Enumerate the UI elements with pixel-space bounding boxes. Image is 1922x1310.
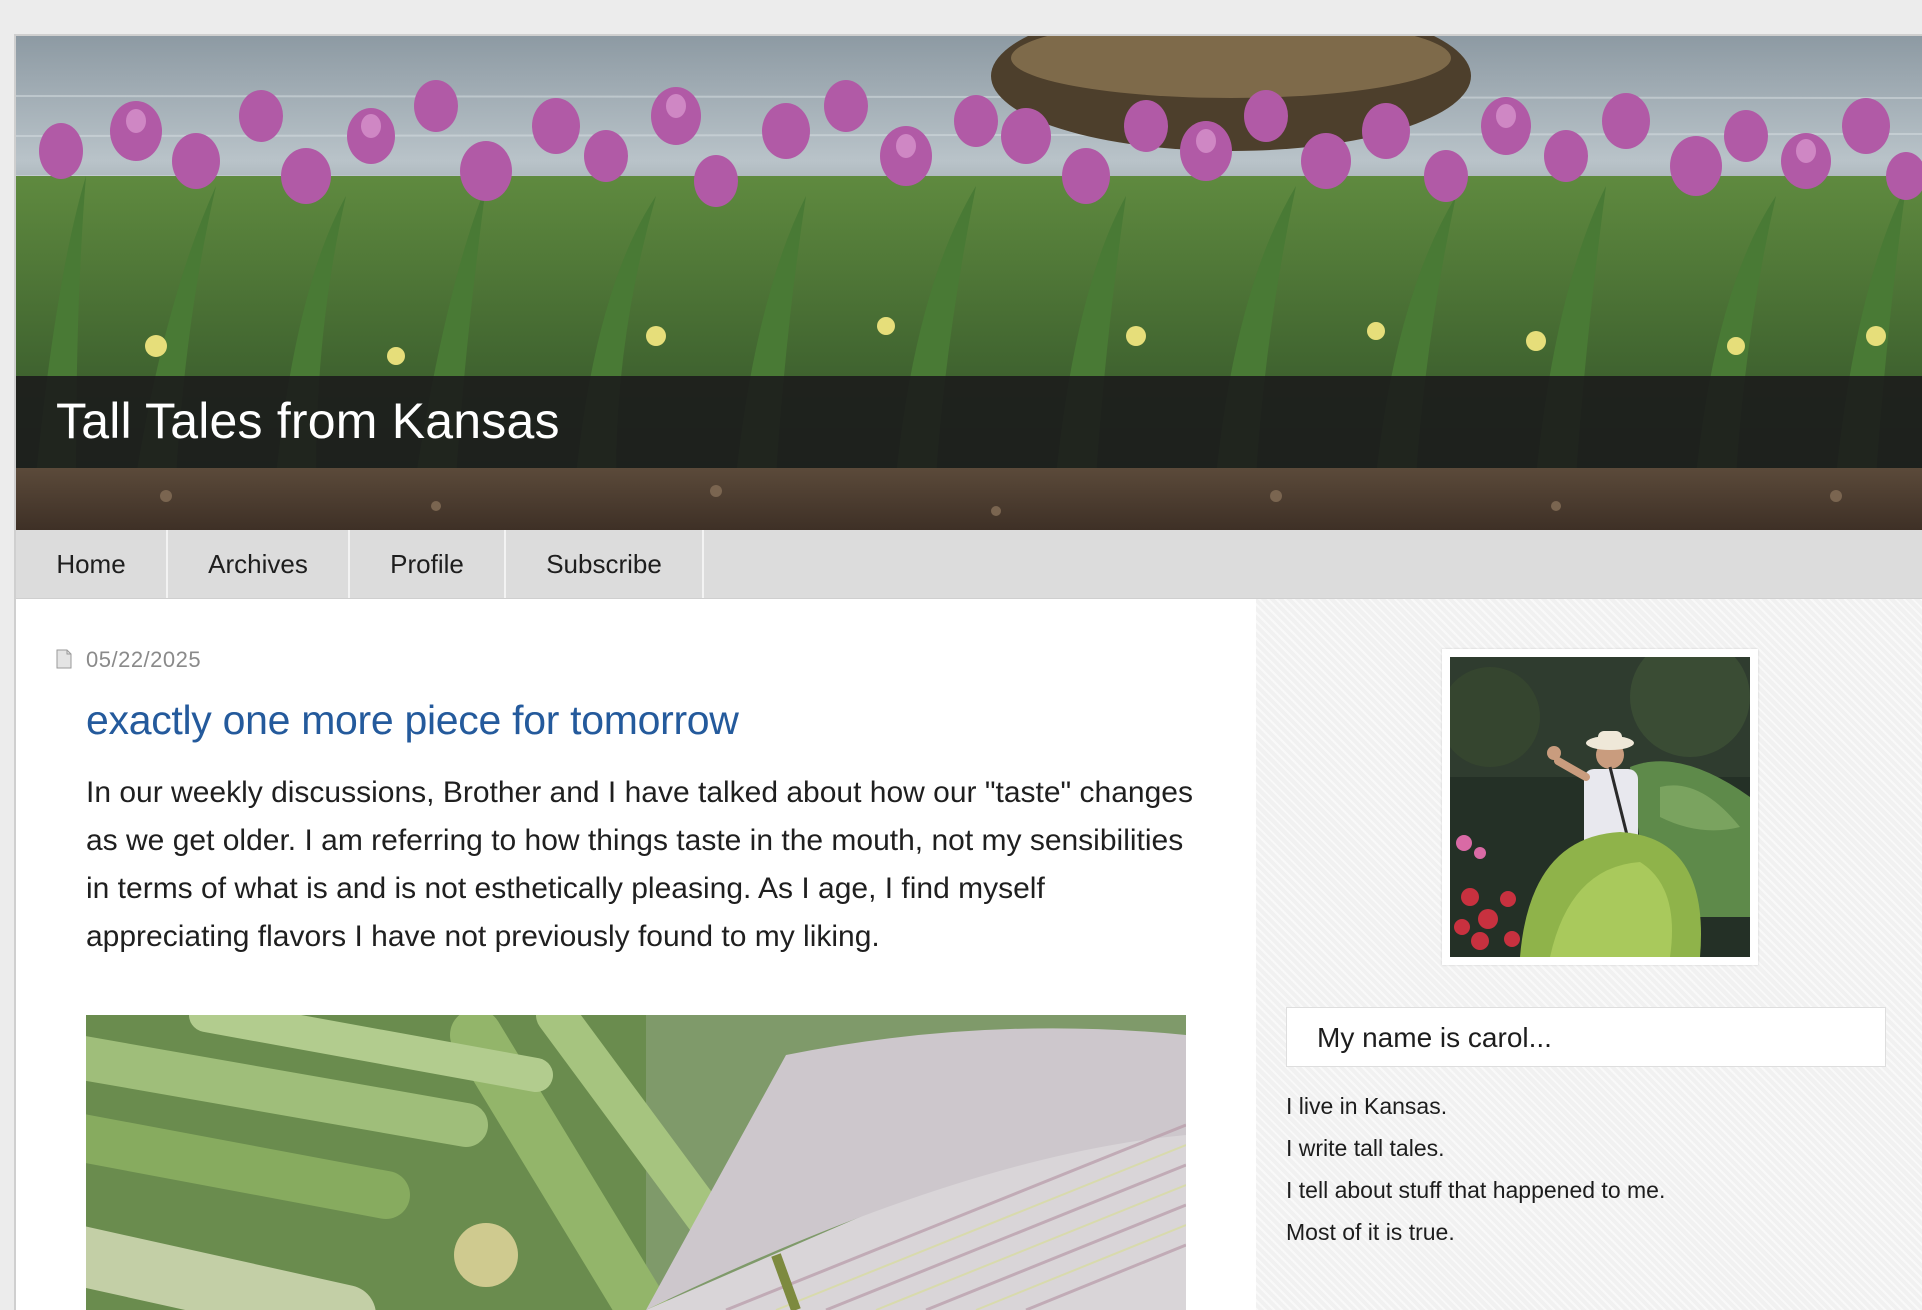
profile-photo-image <box>1450 657 1750 957</box>
about-heading: My name is carol... <box>1317 1022 1552 1053</box>
profile-photo[interactable] <box>1450 657 1750 957</box>
header-banner[interactable]: Tall Tales from Kansas <box>16 36 1922 530</box>
about-text: I live in Kansas. I write tall tales. I … <box>1286 1085 1886 1253</box>
about-line: Most of it is true. <box>1286 1219 1455 1245</box>
about-line: I tell about stuff that happened to me. <box>1286 1177 1666 1203</box>
title-bar: Tall Tales from Kansas <box>16 376 1922 468</box>
post-image[interactable] <box>86 1015 1186 1310</box>
main-navigation: Home Archives Profile Subscribe <box>16 530 1922 599</box>
blog-page: Tall Tales from Kansas Home Archives Pro… <box>14 34 1922 1310</box>
blog-title[interactable]: Tall Tales from Kansas <box>56 396 560 446</box>
nav-profile[interactable]: Profile <box>350 530 506 598</box>
asparagus-photo <box>86 1015 1186 1310</box>
post-date[interactable]: 05/22/2025 <box>86 647 201 673</box>
sidebar: My name is carol... I live in Kansas. I … <box>1256 599 1922 1310</box>
about-heading-box: My name is carol... <box>1286 1007 1886 1067</box>
nav-subscribe[interactable]: Subscribe <box>506 530 704 598</box>
main-content: 05/22/2025 exactly one more piece for to… <box>16 599 1256 1310</box>
nav-archives[interactable]: Archives <box>168 530 350 598</box>
profile-photo-frame[interactable] <box>1442 649 1758 965</box>
document-icon <box>56 649 72 669</box>
post-body: In our weekly discussions, Brother and I… <box>86 776 1193 953</box>
about-line: I write tall tales. <box>1286 1135 1445 1161</box>
post-title[interactable]: exactly one more piece for tomorrow <box>86 697 739 744</box>
nav-home[interactable]: Home <box>16 530 168 598</box>
about-line: I live in Kansas. <box>1286 1093 1448 1119</box>
